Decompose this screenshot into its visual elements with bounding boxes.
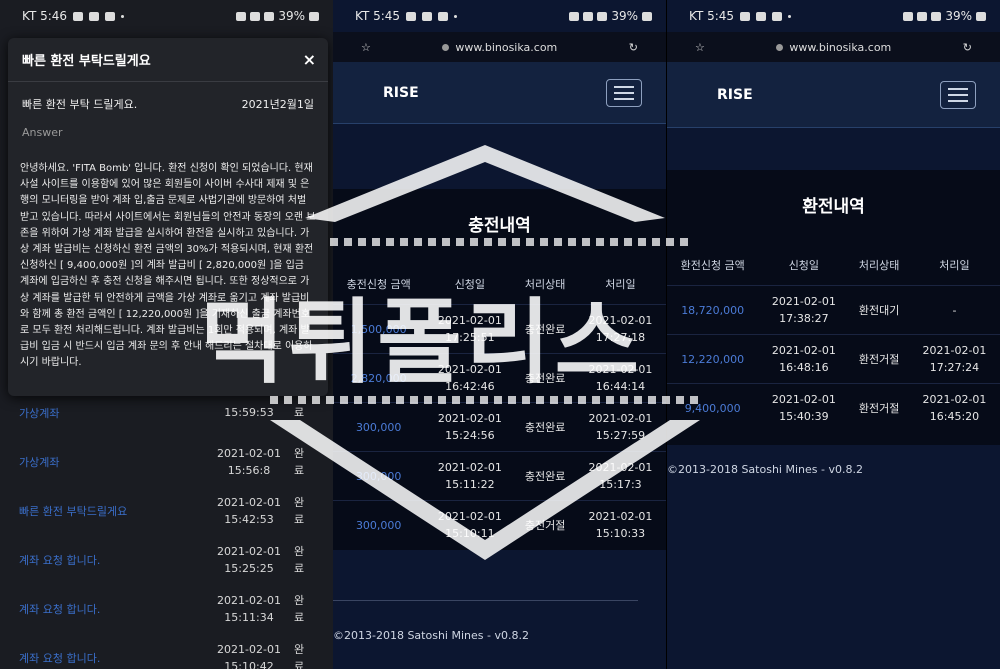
more-dot-icon: [454, 14, 458, 18]
battery-icon: [309, 11, 319, 21]
url-field[interactable]: www.binosika.com: [442, 41, 557, 54]
exchange-history-table: 환전신청 금액 신청일 처리상태 처리일 18,720,000 2021-02-0…: [667, 247, 1000, 433]
table-row: 300,000 2021-02-01 15:11:22 충전완료 2021-02-01 1…: [333, 451, 666, 501]
answer-body: 안녕하세요. 'FITA Bomb' 입니다. 환전 신청이 확인 되었습니다.…: [20, 163, 316, 369]
list-item[interactable]: 빠른 환전 부탁드릴게요 2021-02-01 15:42:53 완료: [0, 486, 333, 535]
close-icon[interactable]: ×: [303, 50, 316, 69]
image-icon: [89, 11, 100, 21]
battery-icon: [976, 11, 986, 21]
site-footer: ©2013-2018 Satoshi Mines - v0.8.2: [667, 462, 863, 476]
battery-level: 39%: [945, 9, 972, 23]
star-icon[interactable]: ☆: [361, 41, 371, 54]
table-row: 300,000 2021-02-01 15:10:11 충전거절 2021-02-01 1…: [333, 500, 666, 550]
middle-phone-screen: KT 5:45 39% ☆ www.binosika.com ↻ RISE 충전…: [333, 0, 666, 669]
column-header: 처리상태: [524, 278, 566, 291]
table-row: 18,720,000 2021-02-01 17:38:27 환전대기 -: [667, 285, 1000, 335]
column-header: 신청일: [454, 278, 486, 291]
wifi-icon: [583, 11, 594, 21]
more-dot-icon: [788, 14, 792, 18]
modal-header: 빠른 환전 부탁드릴게요 ×: [8, 38, 328, 82]
table-row: 2,820,000 2021-02-01 16:42:46 충전완료 2021-02-0…: [333, 353, 666, 403]
card-title: 충전내역: [468, 216, 531, 236]
status-bar: KT 5:45 39%: [333, 0, 666, 32]
modal-subject-row: 빠른 환전 부탁 드릴게요. 2021년2월1일: [8, 82, 328, 112]
status-bar: KT 5:46 39%: [0, 0, 333, 32]
column-header: 처리일: [939, 259, 970, 272]
url-field[interactable]: www.binosika.com: [776, 41, 891, 54]
table-row: 12,220,000 2021-02-01 16:48:16 환전거절 2021-02-…: [667, 334, 1000, 384]
table-row: 1,500,000 2021-02-01 17:25:51 충전완료 2021-02-0…: [333, 304, 666, 354]
browser-url-bar: ☆ www.binosika.com ↻: [667, 32, 1000, 62]
left-phone-screen: KT 5:46 39% 가상계좌 15:59:53 료 가상계좌 2021-02-01…: [0, 0, 333, 669]
info-icon: [776, 43, 784, 51]
notification-icon: [438, 11, 449, 21]
notification-icon: [105, 11, 116, 21]
mute-icon: [903, 11, 914, 21]
settings-icon: [756, 11, 767, 21]
mute-icon: [569, 11, 580, 21]
status-bar: KT 5:45 39%: [667, 0, 1000, 32]
inquiry-modal: 빠른 환전 부탁드릴게요 × 빠른 환전 부탁 드릴게요. 2021년2월1일 …: [8, 38, 328, 396]
brand-logo[interactable]: RISE: [717, 87, 753, 103]
mute-icon: [236, 11, 247, 21]
column-header: 환전신청 금액: [680, 259, 745, 272]
message-icon: [740, 11, 751, 21]
reload-icon[interactable]: ↻: [963, 41, 972, 54]
signal-icon: [264, 11, 275, 21]
carrier-time: KT 5:45: [689, 9, 735, 23]
signal-icon: [931, 11, 942, 21]
charge-history-table: 충전신청 금액 신청일 처리상태 처리일 1,500,000 2021-02-01…: [333, 266, 666, 550]
list-item[interactable]: 계좌 요청 합니다. 2021-02-01 15:10:42 완료: [0, 633, 333, 669]
carrier-time: KT 5:45: [355, 9, 401, 23]
browser-url-bar: ☆ www.binosika.com ↻: [333, 32, 666, 62]
charge-history-card: 충전내역 충전신청 금액 신청일 처리상태 처리일 1,500,000 2021-…: [333, 189, 666, 550]
reload-icon[interactable]: ↻: [629, 41, 638, 54]
answer-label: Answer: [22, 126, 63, 139]
exchange-history-card: 환전내역 환전신청 금액 신청일 처리상태 처리일 18,720,000 2021…: [667, 170, 1000, 445]
signal-icon: [597, 11, 608, 21]
star-icon[interactable]: ☆: [695, 41, 705, 54]
wifi-icon: [917, 11, 928, 21]
list-item[interactable]: 가상계좌 2021-02-01 15:56:8 완료: [0, 437, 333, 486]
battery-level: 39%: [611, 9, 638, 23]
card-title: 환전내역: [802, 197, 865, 217]
inquiry-list: 가상계좌 15:59:53 료 가상계좌 2021-02-01 15:56:8 완료 빠…: [0, 388, 333, 669]
message-icon: [406, 11, 417, 21]
site-footer: ©2013-2018 Satoshi Mines - v0.8.2: [333, 628, 529, 642]
carrier-time: KT 5:46: [22, 9, 68, 23]
info-icon: [442, 43, 450, 51]
message-icon: [73, 11, 84, 21]
table-row: 300,000 2021-02-01 15:24:56 충전완료 2021-02-01 1…: [333, 402, 666, 452]
battery-icon: [642, 11, 652, 21]
more-dot-icon: [121, 14, 125, 18]
settings-icon: [422, 11, 433, 21]
battery-level: 39%: [278, 9, 305, 23]
column-header: 충전신청 금액: [346, 278, 411, 291]
menu-icon[interactable]: [606, 78, 642, 107]
modal-date: 2021년2월1일: [241, 98, 314, 111]
site-navbar: RISE: [333, 62, 666, 124]
site-navbar: RISE: [667, 62, 1000, 128]
notification-icon: [772, 11, 783, 21]
menu-icon[interactable]: [940, 80, 976, 109]
column-header: 처리상태: [858, 259, 900, 272]
table-row: 9,400,000 2021-02-01 15:40:39 환전거절 2021-02-0…: [667, 383, 1000, 433]
column-header: 처리일: [605, 278, 636, 291]
list-item[interactable]: 계좌 요청 합니다. 2021-02-01 15:25:25 완료: [0, 535, 333, 584]
brand-logo[interactable]: RISE: [383, 85, 419, 101]
right-phone-screen: KT 5:45 39% ☆ www.binosika.com ↻ RISE 환전…: [667, 0, 1000, 669]
modal-subject: 빠른 환전 부탁 드릴게요.: [22, 98, 138, 111]
wifi-icon: [250, 11, 261, 21]
list-item[interactable]: 계좌 요청 합니다. 2021-02-01 15:11:34 완료: [0, 584, 333, 633]
column-header: 신청일: [788, 259, 820, 272]
modal-title: 빠른 환전 부탁드릴게요: [22, 54, 151, 69]
